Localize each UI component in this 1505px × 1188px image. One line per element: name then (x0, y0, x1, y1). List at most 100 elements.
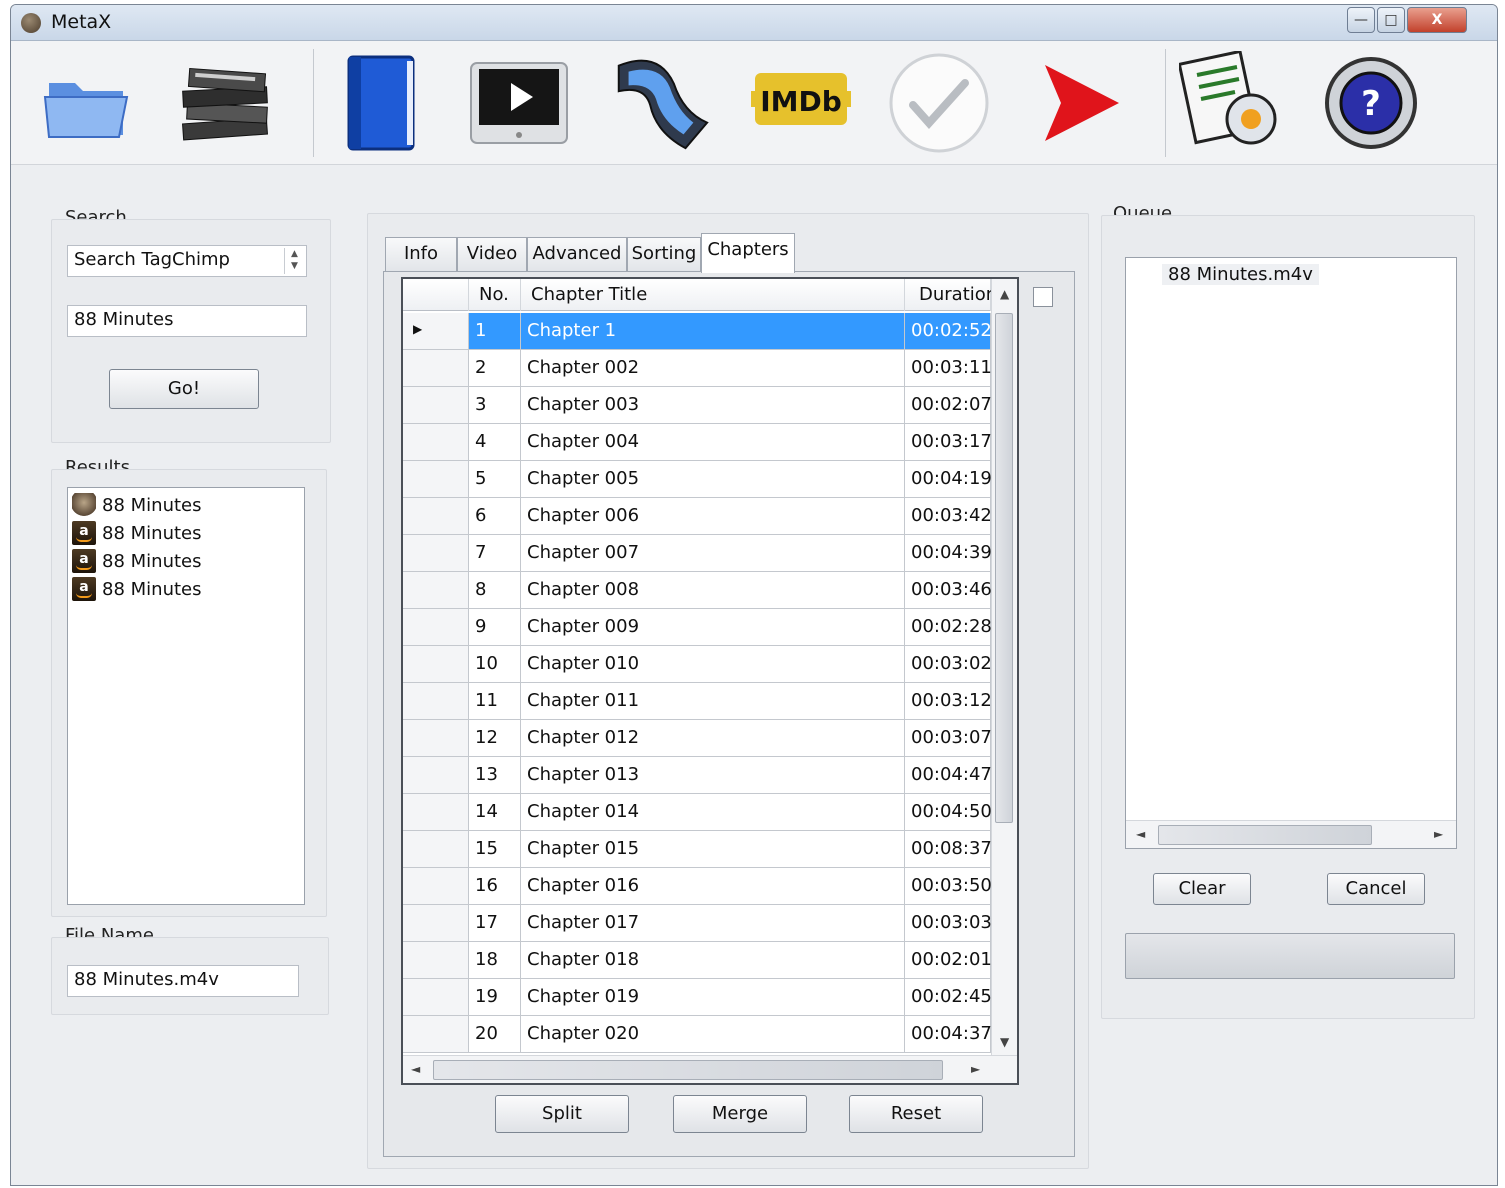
tab-chapters[interactable]: Chapters (701, 233, 795, 273)
chapter-number-cell[interactable]: 15 (469, 831, 521, 868)
chapter-title-cell[interactable]: Chapter 006 (521, 498, 905, 535)
chapter-number-cell[interactable]: 18 (469, 942, 521, 979)
chapter-number-cell[interactable]: 14 (469, 794, 521, 831)
chapter-duration-cell[interactable]: 00:02:45 (905, 979, 992, 1016)
vertical-scroll-thumb[interactable] (995, 313, 1013, 823)
chapter-duration-cell[interactable]: 00:04:50 (905, 794, 992, 831)
results-list[interactable]: 88 Minutes a 88 Minutes a 88 Minutes a 8… (67, 487, 305, 905)
clear-button[interactable]: Clear (1153, 873, 1251, 905)
chapter-number-cell[interactable]: 10 (469, 646, 521, 683)
row-header[interactable] (403, 424, 469, 461)
chapter-title-cell[interactable]: Chapter 010 (521, 646, 905, 683)
spinner-icon[interactable]: ▲ ▼ (284, 248, 304, 274)
table-row[interactable]: ▶ 1 Chapter 1 00:02:52 (403, 313, 992, 350)
table-row[interactable]: 12 Chapter 012 00:03:07 (403, 720, 992, 757)
chapter-duration-cell[interactable]: 00:03:11 (905, 350, 992, 387)
chapter-duration-cell[interactable]: 00:02:01 (905, 942, 992, 979)
row-header[interactable] (403, 979, 469, 1016)
scroll-right-icon[interactable]: ► (971, 1062, 980, 1076)
tab-sorting[interactable]: Sorting (627, 237, 701, 271)
apply-button[interactable] (885, 51, 993, 155)
queue-horizontal-scrollbar[interactable]: ◄ ► (1126, 820, 1456, 848)
chapter-duration-cell[interactable]: 00:04:39 (905, 535, 992, 572)
queue-list[interactable]: 88 Minutes.m4v ◄ ► (1125, 257, 1457, 849)
chapter-number-cell[interactable]: 2 (469, 350, 521, 387)
table-row[interactable]: 4 Chapter 004 00:03:17 (403, 424, 992, 461)
book-button[interactable] (327, 51, 435, 155)
column-header-no[interactable]: No. (469, 279, 521, 311)
chapter-number-cell[interactable]: 7 (469, 535, 521, 572)
chapter-duration-cell[interactable]: 00:03:17 (905, 424, 992, 461)
chapter-number-cell[interactable]: 17 (469, 905, 521, 942)
queue-scroll-thumb[interactable] (1158, 825, 1372, 845)
table-row[interactable]: 9 Chapter 009 00:02:28 (403, 609, 992, 646)
table-row[interactable]: 11 Chapter 011 00:03:12 (403, 683, 992, 720)
tab-info[interactable]: Info (385, 237, 457, 271)
table-row[interactable]: 8 Chapter 008 00:03:46 (403, 572, 992, 609)
chapter-duration-cell[interactable]: 00:03:07 (905, 720, 992, 757)
horizontal-scrollbar[interactable]: ◄ ► (403, 1055, 1017, 1083)
row-header[interactable] (403, 609, 469, 646)
row-header[interactable] (403, 831, 469, 868)
chapter-duration-cell[interactable]: 00:03:12 (905, 683, 992, 720)
chapter-title-cell[interactable]: Chapter 003 (521, 387, 905, 424)
row-header[interactable] (403, 1016, 469, 1053)
chapter-title-cell[interactable]: Chapter 1 (521, 313, 905, 350)
chapter-number-cell[interactable]: 8 (469, 572, 521, 609)
column-header-title[interactable]: Chapter Title (521, 279, 905, 311)
search-input[interactable]: 88 Minutes (67, 305, 307, 337)
result-item[interactable]: 88 Minutes (72, 492, 201, 518)
cancel-button[interactable]: Cancel (1327, 873, 1425, 905)
chapter-duration-cell[interactable]: 00:03:46 (905, 572, 992, 609)
table-row[interactable]: 14 Chapter 014 00:04:50 (403, 794, 992, 831)
table-row[interactable]: 20 Chapter 020 00:04:37 (403, 1016, 992, 1053)
table-row[interactable]: 7 Chapter 007 00:04:39 (403, 535, 992, 572)
row-header[interactable] (403, 646, 469, 683)
result-item[interactable]: a 88 Minutes (72, 520, 201, 546)
chapter-title-cell[interactable]: Chapter 013 (521, 757, 905, 794)
maximize-button[interactable]: □ (1377, 7, 1405, 33)
chapter-duration-cell[interactable]: 00:02:28 (905, 609, 992, 646)
chapter-title-cell[interactable]: Chapter 011 (521, 683, 905, 720)
scroll-left-icon[interactable]: ◄ (1136, 827, 1145, 841)
scroll-up-icon[interactable]: ▲ (1000, 287, 1009, 301)
row-header[interactable] (403, 461, 469, 498)
close-button[interactable]: X (1407, 7, 1467, 33)
row-header[interactable] (403, 905, 469, 942)
row-header[interactable] (403, 794, 469, 831)
scroll-right-icon[interactable]: ► (1434, 827, 1443, 841)
row-header[interactable] (403, 350, 469, 387)
chapter-title-cell[interactable]: Chapter 014 (521, 794, 905, 831)
split-button[interactable]: Split (495, 1095, 629, 1133)
merge-button[interactable]: Merge (673, 1095, 807, 1133)
chapter-duration-cell[interactable]: 00:04:19 (905, 461, 992, 498)
row-header[interactable] (403, 942, 469, 979)
row-header[interactable] (403, 387, 469, 424)
chapter-duration-cell[interactable]: 00:03:50 (905, 868, 992, 905)
chapter-duration-cell[interactable]: 00:03:02 (905, 646, 992, 683)
chapter-title-cell[interactable]: Chapter 018 (521, 942, 905, 979)
row-header[interactable] (403, 720, 469, 757)
chapter-title-cell[interactable]: Chapter 008 (521, 572, 905, 609)
chapter-number-cell[interactable]: 9 (469, 609, 521, 646)
chapter-number-cell[interactable]: 20 (469, 1016, 521, 1053)
tab-advanced[interactable]: Advanced (527, 237, 627, 271)
settings-button[interactable] (1177, 51, 1285, 155)
row-header[interactable] (403, 757, 469, 794)
chapter-number-cell[interactable]: 11 (469, 683, 521, 720)
row-header[interactable] (403, 868, 469, 905)
table-row[interactable]: 3 Chapter 003 00:02:07 (403, 387, 992, 424)
open-folder-button[interactable] (33, 51, 141, 155)
table-row[interactable]: 19 Chapter 019 00:02:45 (403, 979, 992, 1016)
table-row[interactable]: 17 Chapter 017 00:03:03 (403, 905, 992, 942)
minimize-button[interactable]: — (1347, 7, 1375, 33)
chapter-number-cell[interactable]: 13 (469, 757, 521, 794)
result-item[interactable]: a 88 Minutes (72, 548, 201, 574)
table-row[interactable]: 16 Chapter 016 00:03:50 (403, 868, 992, 905)
chapter-title-cell[interactable]: Chapter 004 (521, 424, 905, 461)
imdb-button[interactable]: IMDb (747, 51, 855, 155)
chapter-duration-cell[interactable]: 00:02:52 (905, 313, 992, 350)
chapter-duration-cell[interactable]: 00:02:07 (905, 387, 992, 424)
row-header[interactable]: ▶ (403, 313, 469, 350)
chapter-title-cell[interactable]: Chapter 012 (521, 720, 905, 757)
